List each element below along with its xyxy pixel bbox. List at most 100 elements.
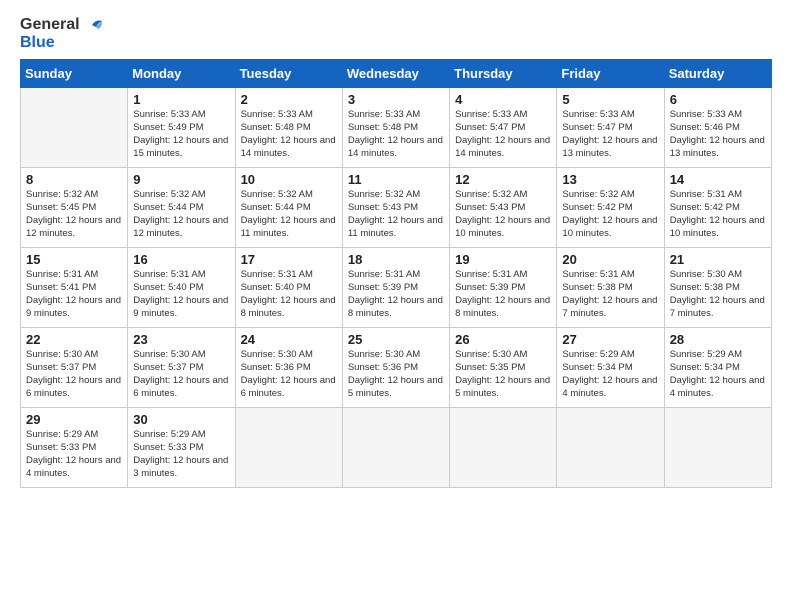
calendar-day-20: 20 Sunrise: 5:31 AMSunset: 5:38 PMDayligh… xyxy=(557,248,664,328)
calendar-day-6: 6 Sunrise: 5:33 AMSunset: 5:46 PMDaylight… xyxy=(664,88,771,168)
calendar-day-19: 19 Sunrise: 5:31 AMSunset: 5:39 PMDayligh… xyxy=(450,248,557,328)
calendar-day-23: 23 Sunrise: 5:30 AMSunset: 5:37 PMDayligh… xyxy=(128,328,235,408)
day-details: Sunrise: 5:32 AMSunset: 5:44 PMDaylight:… xyxy=(133,189,229,240)
day-number: 1 xyxy=(133,92,229,107)
day-details: Sunrise: 5:30 AMSunset: 5:37 PMDaylight:… xyxy=(26,349,122,400)
calendar-day-10: 10 Sunrise: 5:32 AMSunset: 5:44 PMDayligh… xyxy=(235,168,342,248)
day-details: Sunrise: 5:31 AMSunset: 5:40 PMDaylight:… xyxy=(133,269,229,320)
weekday-header-monday: Monday xyxy=(128,60,235,88)
calendar-day-16: 16 Sunrise: 5:31 AMSunset: 5:40 PMDayligh… xyxy=(128,248,235,328)
calendar-day-28: 28Sunrise: 5:29 AMSunset: 5:34 PMDayligh… xyxy=(664,328,771,408)
day-number: 17 xyxy=(241,252,337,267)
day-number: 19 xyxy=(455,252,551,267)
calendar-cell xyxy=(21,88,128,168)
day-number: 20 xyxy=(562,252,658,267)
weekday-header-friday: Friday xyxy=(557,60,664,88)
calendar-day-30: 30 Sunrise: 5:29 AMSunset: 5:33 PMDayligh… xyxy=(128,408,235,488)
logo-general: General xyxy=(20,16,80,34)
day-number: 8 xyxy=(26,172,122,187)
logo-blue: Blue xyxy=(20,34,102,52)
day-number: 9 xyxy=(133,172,229,187)
calendar-cell xyxy=(342,408,449,488)
day-details: Sunrise: 5:31 AMSunset: 5:38 PMDaylight:… xyxy=(562,269,658,320)
calendar-day-4: 4 Sunrise: 5:33 AMSunset: 5:47 PMDaylight… xyxy=(450,88,557,168)
day-number: 15 xyxy=(26,252,122,267)
calendar-day-15: 15 Sunrise: 5:31 AMSunset: 5:41 PMDayligh… xyxy=(21,248,128,328)
day-details: Sunrise: 5:30 AMSunset: 5:37 PMDaylight:… xyxy=(133,349,229,400)
day-number: 18 xyxy=(348,252,444,267)
weekday-header-sunday: Sunday xyxy=(21,60,128,88)
day-number: 13 xyxy=(562,172,658,187)
calendar-day-14: 14 Sunrise: 5:31 AMSunset: 5:42 PMDayligh… xyxy=(664,168,771,248)
day-number: 29 xyxy=(26,412,122,427)
day-details: Sunrise: 5:29 AMSunset: 5:34 PMDaylight:… xyxy=(562,349,658,400)
day-number: 23 xyxy=(133,332,229,347)
day-number: 22 xyxy=(26,332,122,347)
day-details: Sunrise: 5:32 AMSunset: 5:43 PMDaylight:… xyxy=(348,189,444,240)
calendar-day-2: 2 Sunrise: 5:33 AMSunset: 5:48 PMDaylight… xyxy=(235,88,342,168)
calendar-day-21: 21 Sunrise: 5:30 AMSunset: 5:38 PMDayligh… xyxy=(664,248,771,328)
day-number: 6 xyxy=(670,92,766,107)
day-number: 4 xyxy=(455,92,551,107)
calendar-day-29: 29 Sunrise: 5:29 AMSunset: 5:33 PMDayligh… xyxy=(21,408,128,488)
weekday-header-thursday: Thursday xyxy=(450,60,557,88)
day-number: 10 xyxy=(241,172,337,187)
calendar-day-18: 18 Sunrise: 5:31 AMSunset: 5:39 PMDayligh… xyxy=(342,248,449,328)
calendar-day-24: 24Sunrise: 5:30 AMSunset: 5:36 PMDayligh… xyxy=(235,328,342,408)
day-details: Sunrise: 5:32 AMSunset: 5:42 PMDaylight:… xyxy=(562,189,658,240)
day-number: 11 xyxy=(348,172,444,187)
day-number: 2 xyxy=(241,92,337,107)
day-number: 30 xyxy=(133,412,229,427)
day-details: Sunrise: 5:33 AMSunset: 5:48 PMDaylight:… xyxy=(348,109,444,160)
calendar-day-13: 13 Sunrise: 5:32 AMSunset: 5:42 PMDayligh… xyxy=(557,168,664,248)
day-details: Sunrise: 5:33 AMSunset: 5:49 PMDaylight:… xyxy=(133,109,229,160)
day-details: Sunrise: 5:31 AMSunset: 5:40 PMDaylight:… xyxy=(241,269,337,320)
day-details: Sunrise: 5:31 AMSunset: 5:41 PMDaylight:… xyxy=(26,269,122,320)
day-number: 12 xyxy=(455,172,551,187)
calendar-day-11: 11 Sunrise: 5:32 AMSunset: 5:43 PMDayligh… xyxy=(342,168,449,248)
day-number: 16 xyxy=(133,252,229,267)
calendar-cell xyxy=(557,408,664,488)
calendar-day-3: 3 Sunrise: 5:33 AMSunset: 5:48 PMDaylight… xyxy=(342,88,449,168)
calendar-day-5: 5 Sunrise: 5:33 AMSunset: 5:47 PMDaylight… xyxy=(557,88,664,168)
weekday-header-saturday: Saturday xyxy=(664,60,771,88)
calendar-table: SundayMondayTuesdayWednesdayThursdayFrid… xyxy=(20,59,772,488)
calendar-day-12: 12 Sunrise: 5:32 AMSunset: 5:43 PMDayligh… xyxy=(450,168,557,248)
day-details: Sunrise: 5:32 AMSunset: 5:43 PMDaylight:… xyxy=(455,189,551,240)
calendar-cell xyxy=(664,408,771,488)
day-number: 3 xyxy=(348,92,444,107)
day-details: Sunrise: 5:33 AMSunset: 5:46 PMDaylight:… xyxy=(670,109,766,160)
weekday-header-wednesday: Wednesday xyxy=(342,60,449,88)
day-details: Sunrise: 5:32 AMSunset: 5:44 PMDaylight:… xyxy=(241,189,337,240)
day-details: Sunrise: 5:30 AMSunset: 5:35 PMDaylight:… xyxy=(455,349,551,400)
day-details: Sunrise: 5:29 AMSunset: 5:33 PMDaylight:… xyxy=(133,429,229,480)
day-number: 14 xyxy=(670,172,766,187)
calendar-day-17: 17 Sunrise: 5:31 AMSunset: 5:40 PMDayligh… xyxy=(235,248,342,328)
day-details: Sunrise: 5:33 AMSunset: 5:47 PMDaylight:… xyxy=(455,109,551,160)
day-number: 26 xyxy=(455,332,551,347)
calendar-day-9: 9 Sunrise: 5:32 AMSunset: 5:44 PMDaylight… xyxy=(128,168,235,248)
day-number: 25 xyxy=(348,332,444,347)
day-details: Sunrise: 5:31 AMSunset: 5:39 PMDaylight:… xyxy=(348,269,444,320)
day-details: Sunrise: 5:33 AMSunset: 5:47 PMDaylight:… xyxy=(562,109,658,160)
calendar-day-8: 8 Sunrise: 5:32 AMSunset: 5:45 PMDaylight… xyxy=(21,168,128,248)
logo-bird-icon xyxy=(82,17,102,33)
day-details: Sunrise: 5:30 AMSunset: 5:36 PMDaylight:… xyxy=(348,349,444,400)
calendar-cell xyxy=(235,408,342,488)
day-number: 21 xyxy=(670,252,766,267)
calendar-day-27: 27 Sunrise: 5:29 AMSunset: 5:34 PMDayligh… xyxy=(557,328,664,408)
day-details: Sunrise: 5:29 AMSunset: 5:33 PMDaylight:… xyxy=(26,429,122,480)
day-number: 28 xyxy=(670,332,766,347)
calendar-day-22: 22 Sunrise: 5:30 AMSunset: 5:37 PMDayligh… xyxy=(21,328,128,408)
day-details: Sunrise: 5:31 AMSunset: 5:42 PMDaylight:… xyxy=(670,189,766,240)
day-details: Sunrise: 5:33 AMSunset: 5:48 PMDaylight:… xyxy=(241,109,337,160)
calendar-day-26: 26 Sunrise: 5:30 AMSunset: 5:35 PMDayligh… xyxy=(450,328,557,408)
day-details: Sunrise: 5:32 AMSunset: 5:45 PMDaylight:… xyxy=(26,189,122,240)
calendar-day-1: 1 Sunrise: 5:33 AMSunset: 5:49 PMDaylight… xyxy=(128,88,235,168)
day-details: Sunrise: 5:30 AMSunset: 5:36 PMDaylight:… xyxy=(241,349,337,400)
day-details: Sunrise: 5:31 AMSunset: 5:39 PMDaylight:… xyxy=(455,269,551,320)
day-number: 5 xyxy=(562,92,658,107)
day-details: Sunrise: 5:30 AMSunset: 5:38 PMDaylight:… xyxy=(670,269,766,320)
logo: General Blue xyxy=(20,16,102,51)
day-number: 27 xyxy=(562,332,658,347)
